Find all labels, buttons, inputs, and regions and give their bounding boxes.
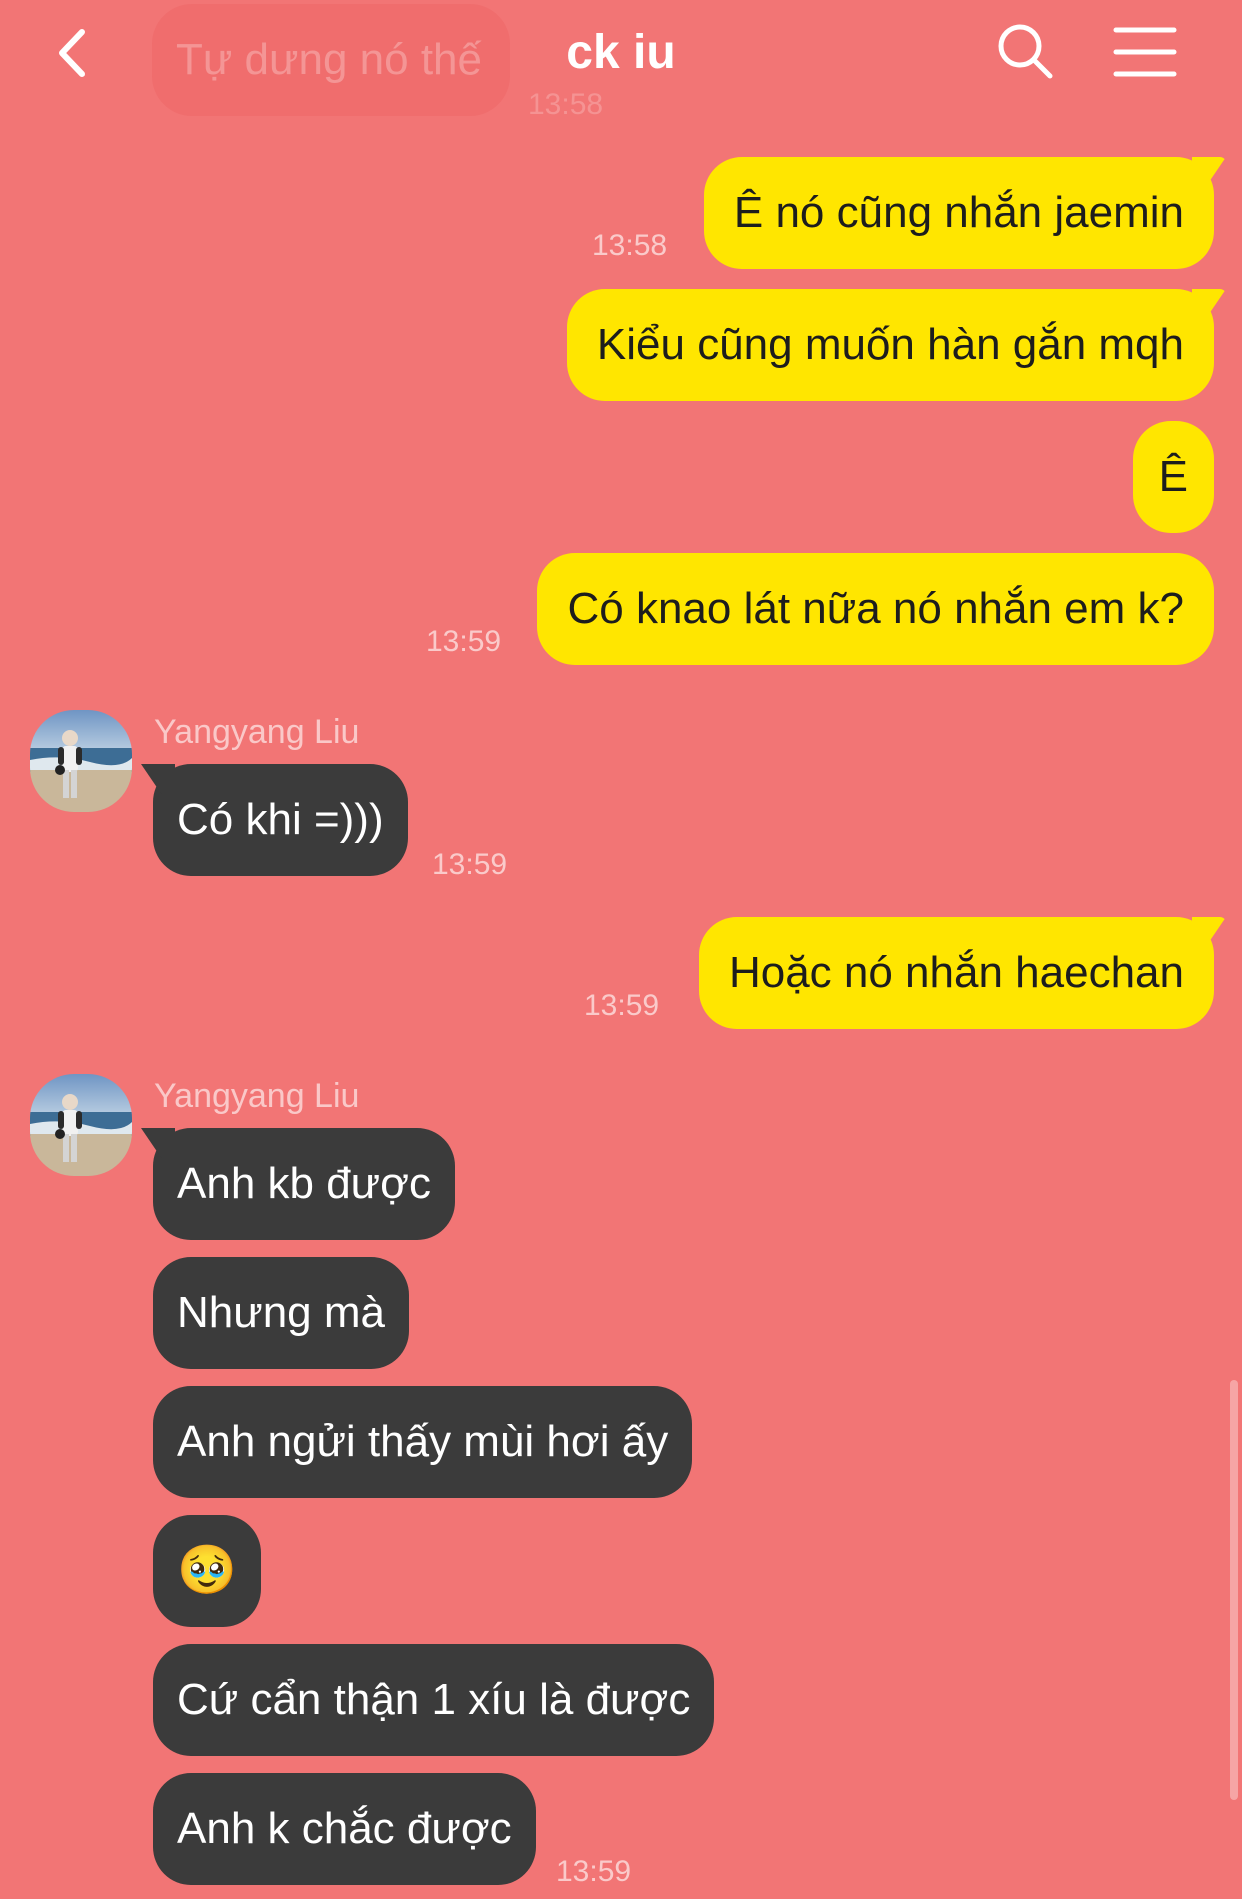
message-time: 13:59 (432, 848, 508, 881)
chat-header: ck iu (0, 0, 1242, 110)
outgoing-message[interactable]: Ê nó cũng nhắn jaemin (703, 157, 1214, 269)
incoming-message[interactable]: Cứ cẩn thận 1 xíu là được (153, 1644, 715, 1756)
incoming-message[interactable]: Có khi =))) (153, 764, 408, 876)
outgoing-message[interactable]: Có knao lát nữa nó nhắn em k? (537, 553, 1214, 665)
message-time: 13:59 (556, 1855, 632, 1888)
avatar[interactable] (30, 1074, 132, 1176)
menu-button[interactable] (1112, 22, 1178, 82)
incoming-message[interactable]: Anh k chắc được (153, 1773, 536, 1885)
avatar-photo (30, 1074, 132, 1176)
message-time: 13:59 (584, 989, 660, 1022)
avatar[interactable] (30, 710, 132, 812)
incoming-message[interactable]: Anh ngửi thấy mùi hơi ấy (153, 1386, 693, 1498)
avatar-photo (30, 710, 132, 812)
sender-name: Yangyang Liu (154, 1077, 360, 1115)
message-time: 13:58 (592, 229, 668, 262)
outgoing-message[interactable]: Ê (1132, 421, 1214, 533)
outgoing-message[interactable]: Kiểu cũng muốn hàn gắn mqh (566, 289, 1214, 401)
search-icon (998, 24, 1053, 79)
chat-screen: Tự dưng nó thế 13:58 ck iu Ê nó cũng nhắ… (0, 0, 1242, 1899)
scrollbar[interactable] (1230, 1380, 1238, 1800)
outgoing-message[interactable]: Hoặc nó nhắn haechan (698, 917, 1214, 1029)
incoming-message[interactable]: Nhưng mà (153, 1257, 409, 1369)
message-time: 13:59 (426, 625, 502, 658)
incoming-message[interactable]: Anh kb được (153, 1128, 455, 1240)
chevron-left-icon (59, 29, 85, 77)
sender-name: Yangyang Liu (154, 713, 360, 751)
incoming-emoji-message[interactable]: 🥹 (153, 1515, 261, 1627)
search-button[interactable] (994, 20, 1056, 82)
hamburger-menu-icon (1113, 27, 1177, 77)
back-button[interactable] (50, 22, 110, 84)
